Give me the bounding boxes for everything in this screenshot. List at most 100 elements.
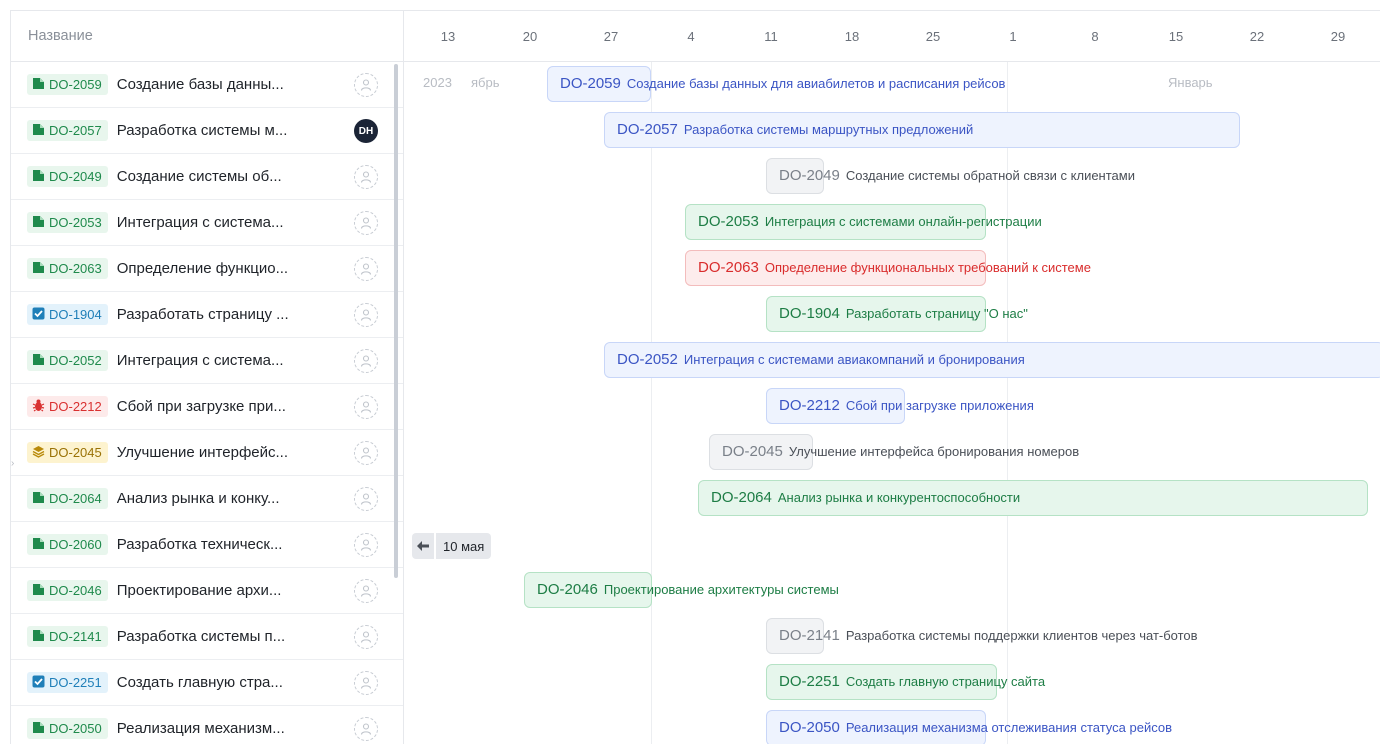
task-key-chip[interactable]: DO-2063 — [27, 258, 108, 279]
task-row[interactable]: DO-2060 Разработка техническ... — [11, 522, 403, 568]
task-title: Реализация механизм... — [116, 720, 285, 737]
timeline-day-label: 15 — [1168, 29, 1184, 44]
gantt-bar-label[interactable]: DO-2052 Интеграция с системами авиакомпан… — [617, 342, 1025, 378]
task-row[interactable]: DO-2251 Создать главную стра... — [11, 660, 403, 706]
gantt-bar-label[interactable]: DO-1904 Разработать страницу "О нас" — [779, 296, 1028, 332]
scroll-to-task-button[interactable]: 10 мая — [412, 533, 492, 559]
gantt-view: Название DO-2059 Создание базы данны... DO… — [10, 10, 1380, 744]
gantt-bar-key: DO-2049 — [779, 167, 840, 184]
gantt-bar-label[interactable]: DO-2212 Сбой при загрузке приложения — [779, 388, 1034, 424]
gantt-bar-title: Сбой при загрузке приложения — [845, 398, 1034, 413]
unassigned-avatar-icon[interactable] — [354, 165, 378, 189]
story-type-icon — [32, 169, 49, 185]
task-key: DO-2053 — [49, 215, 102, 230]
task-row[interactable]: DO-1904 Разработать страницу ... — [11, 292, 403, 338]
arrow-left-icon — [412, 533, 436, 559]
task-row[interactable]: DO-2052 Интеграция с система... — [11, 338, 403, 384]
task-row[interactable]: DO-2059 Создание базы данны... — [11, 62, 403, 108]
task-title: Создание базы данны... — [116, 76, 284, 93]
unassigned-avatar-icon[interactable] — [354, 671, 378, 695]
task-row[interactable]: DO-2049 Создание системы об... — [11, 154, 403, 200]
gantt-bar-key: DO-1904 — [779, 305, 840, 322]
task-key-chip[interactable]: DO-2049 — [27, 166, 108, 187]
gantt-bar-title: Разработка системы маршрутных предложени… — [683, 122, 974, 137]
gantt-bar-title: Создать главную страницу сайта — [845, 674, 1046, 689]
unassigned-avatar-icon[interactable] — [354, 441, 378, 465]
task-title: Интеграция с система... — [116, 214, 284, 231]
gantt-bar-label[interactable]: DO-2064 Анализ рынка и конкурентоспособно… — [711, 480, 1020, 516]
unassigned-avatar-icon[interactable] — [354, 487, 378, 511]
task-row[interactable]: DO-2050 Реализация механизм... — [11, 706, 403, 744]
timeline-day-label: 18 — [844, 29, 860, 44]
task-key-chip[interactable]: DO-2046 — [27, 580, 108, 601]
timeline-day-label: 4 — [687, 29, 695, 44]
gantt-bar-label[interactable]: DO-2050 Реализация механизма отслеживания… — [779, 710, 1172, 744]
gantt-bar-label[interactable]: DO-2251 Создать главную страницу сайта — [779, 664, 1045, 700]
column-header-name[interactable]: Название — [11, 11, 403, 62]
task-row[interactable]: DO-2141 Разработка системы п... — [11, 614, 403, 660]
task-row[interactable]: DO-2212 Сбой при загрузке при... — [11, 384, 403, 430]
task-key-chip[interactable]: DO-2251 — [27, 672, 108, 693]
task-row[interactable]: DO-2053 Интеграция с система... — [11, 200, 403, 246]
task-key: DO-2052 — [49, 353, 102, 368]
unassigned-avatar-icon[interactable] — [354, 257, 378, 281]
unassigned-avatar-icon[interactable] — [354, 395, 378, 419]
timeline-day-label: 20 — [522, 29, 538, 44]
gantt-bar-key: DO-2064 — [711, 489, 772, 506]
task-key: DO-2049 — [49, 169, 102, 184]
unassigned-avatar-icon[interactable] — [354, 625, 378, 649]
gantt-bar-label[interactable]: DO-2045 Улучшение интерфейса бронирования… — [722, 434, 1079, 470]
gantt-bar-label[interactable]: DO-2057 Разработка системы маршрутных пре… — [617, 112, 973, 148]
timeline-day-label: 27 — [603, 29, 619, 44]
task-key-chip[interactable]: DO-2053 — [27, 212, 108, 233]
task-row[interactable]: DO-2063 Определение функцио... — [11, 246, 403, 292]
story-type-icon — [32, 721, 49, 737]
unassigned-avatar-icon[interactable] — [354, 303, 378, 327]
unassigned-avatar-icon[interactable] — [354, 349, 378, 373]
task-title: Улучшение интерфейс... — [116, 444, 289, 461]
task-key-chip[interactable]: DO-2057 — [27, 120, 108, 141]
task-title: Создать главную стра... — [116, 674, 283, 691]
gantt-bar-label[interactable]: DO-2049 Создание системы обратной связи с… — [779, 158, 1135, 194]
task-row[interactable]: DO-2046 Проектирование архи... — [11, 568, 403, 614]
task-row[interactable]: DO-2045 Улучшение интерфейс... — [11, 430, 403, 476]
gantt-bar-label[interactable]: DO-2063 Определение функциональных требов… — [698, 250, 1091, 286]
gantt-bar-label[interactable]: DO-2053 Интеграция с системами онлайн-рег… — [698, 204, 1042, 240]
bug-type-icon — [32, 399, 49, 415]
task-key-chip[interactable]: DO-2064 — [27, 488, 108, 509]
task-type-icon — [32, 675, 49, 691]
task-row[interactable]: DO-2057 Разработка системы м... DH — [11, 108, 403, 154]
task-key-chip[interactable]: DO-2045 — [27, 442, 108, 463]
task-key-chip[interactable]: DO-2050 — [27, 718, 108, 739]
timeline-day-label: 13 — [440, 29, 456, 44]
task-key-chip[interactable]: DO-2141 — [27, 626, 108, 647]
task-key-chip[interactable]: DO-2052 — [27, 350, 108, 371]
task-key-chip[interactable]: DO-1904 — [27, 304, 108, 325]
task-key: DO-2064 — [49, 491, 102, 506]
chevron-right-icon[interactable]: › — [11, 458, 14, 469]
gantt-bar-key: DO-2141 — [779, 627, 840, 644]
unassigned-avatar-icon[interactable] — [354, 717, 378, 741]
gantt-bar-key: DO-2050 — [779, 719, 840, 736]
task-title: Анализ рынка и конку... — [116, 490, 280, 507]
task-key-chip[interactable]: DO-2212 — [27, 396, 108, 417]
gantt-bar-label[interactable]: DO-2141 Разработка системы поддержки клие… — [779, 618, 1198, 654]
gantt-bar-key: DO-2046 — [537, 581, 598, 598]
unassigned-avatar-icon[interactable] — [354, 211, 378, 235]
story-type-icon — [32, 77, 49, 93]
avatar[interactable]: DH — [354, 119, 378, 143]
task-key-chip[interactable]: DO-2060 — [27, 534, 108, 555]
task-list-scrollbar[interactable] — [394, 64, 398, 578]
task-title: Интеграция с система... — [116, 352, 284, 369]
task-list: DO-2059 Создание базы данны... DO-2057 Разр… — [11, 62, 403, 744]
timeline-header: 13 20 27 4 11 18 25 1 8 15 22 29 — [404, 11, 1380, 62]
unassigned-avatar-icon[interactable] — [354, 533, 378, 557]
task-row[interactable]: DO-2064 Анализ рынка и конку... — [11, 476, 403, 522]
unassigned-avatar-icon[interactable] — [354, 579, 378, 603]
gantt-bar-label[interactable]: DO-2046 Проектирование архитектуры систем… — [537, 572, 839, 608]
gantt-bar-title: Реализация механизма отслеживания статус… — [845, 720, 1172, 735]
task-key-chip[interactable]: DO-2059 — [27, 74, 108, 95]
gantt-bar-key: DO-2053 — [698, 213, 759, 230]
gantt-bar-label[interactable]: DO-2059 Создание базы данных для авиабиле… — [560, 66, 1005, 102]
unassigned-avatar-icon[interactable] — [354, 73, 378, 97]
